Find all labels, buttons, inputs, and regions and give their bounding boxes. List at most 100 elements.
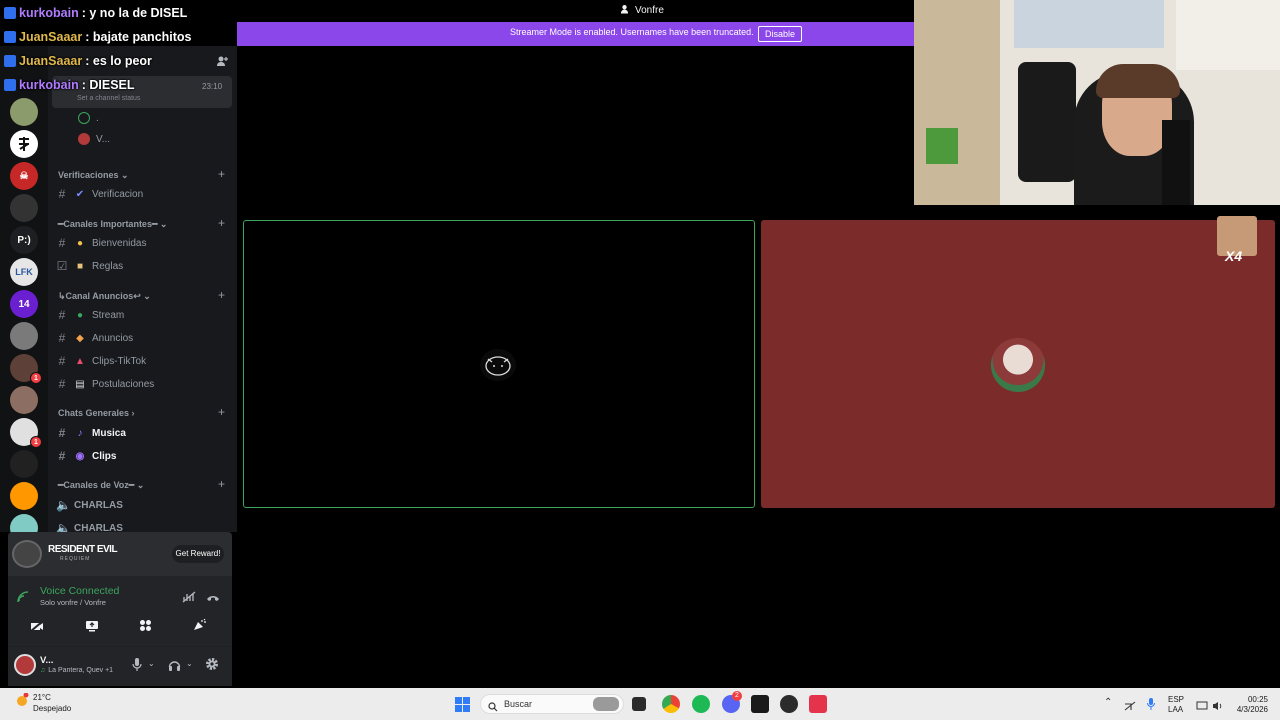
display-icon[interactable] <box>1196 698 1208 716</box>
chevron-up-icon[interactable]: ⌃ <box>1104 697 1112 708</box>
server-icon[interactable]: 14 <box>10 290 38 318</box>
channel-anuncios[interactable]: # ◆ Anuncios <box>56 331 133 345</box>
spotify-icon[interactable] <box>692 695 710 713</box>
channel-status-input[interactable]: Set a channel status <box>77 95 140 102</box>
server-icon[interactable] <box>10 322 38 350</box>
voice-location[interactable]: Solo vonfre / Vonfre <box>40 598 106 607</box>
category-voz[interactable]: ━Canales de Voz━ ⌄ <box>58 480 144 491</box>
clock-date[interactable]: 4/3/2026 <box>1230 705 1268 715</box>
get-reward-button[interactable]: Get Reward! <box>172 545 224 563</box>
chevron-down-icon[interactable]: ⌄ <box>186 659 193 668</box>
camera-off-icon[interactable] <box>30 619 44 637</box>
hash-icon: # <box>58 308 66 322</box>
video-tile-member[interactable]: X4 <box>761 216 1275 508</box>
channel-postulaciones[interactable]: # ▤ Postulaciones <box>56 377 155 391</box>
avatar <box>480 349 516 381</box>
hash-icon: # <box>58 377 66 391</box>
voice-channel-charlas[interactable]: 🔈 CHARLAS <box>56 498 123 512</box>
green-circle-icon: ● <box>76 309 84 321</box>
chat-badge-icon <box>4 79 16 91</box>
disable-streamer-mode-button[interactable]: Disable <box>758 26 802 42</box>
person-hair <box>1096 64 1180 98</box>
hash-icon: # <box>58 354 66 368</box>
server-icon[interactable]: 1 <box>10 354 42 384</box>
voice-member[interactable]: . <box>78 112 99 124</box>
noise-suppression-icon[interactable] <box>182 590 196 608</box>
video-tile-self[interactable] <box>243 220 755 508</box>
chat-message: JuanSaaar : es lo peor <box>4 54 152 68</box>
channel-verificacion[interactable]: # ✔ Verificacion <box>56 187 143 201</box>
language-top[interactable]: ESP <box>1168 695 1184 705</box>
voice-channel-charlas[interactable]: 🔈 CHARLAS <box>56 521 123 532</box>
speaker-icon: 🔈 <box>56 521 71 532</box>
promo-banner[interactable]: RESIDENT EVIL REQUIEM Get Reward! <box>8 532 232 576</box>
signal-icon[interactable] <box>16 590 30 609</box>
server-icon[interactable]: ☠ <box>10 162 38 190</box>
gear-icon[interactable] <box>205 657 219 676</box>
category-verificaciones[interactable]: Verificaciones ⌄ <box>58 170 129 181</box>
weather-temp[interactable]: 21°C <box>33 693 51 702</box>
language-bottom[interactable]: LAA <box>1168 705 1183 715</box>
server-icon[interactable]: 1 <box>10 418 42 448</box>
screen-share-icon[interactable] <box>85 619 99 637</box>
add-member-icon[interactable] <box>216 54 228 72</box>
avatar <box>991 338 1045 392</box>
discord-icon[interactable]: 2 <box>722 691 742 713</box>
server-icon[interactable] <box>10 130 38 158</box>
shelf-background <box>914 0 1000 205</box>
soundboard-icon[interactable] <box>192 618 206 637</box>
server-icon[interactable] <box>10 194 38 222</box>
chevron-down-icon[interactable]: ⌄ <box>148 659 155 668</box>
network-icon[interactable] <box>1124 698 1136 716</box>
category-importantes[interactable]: ━Canales Importantes━ ⌄ <box>58 219 167 230</box>
channel-bienvenidas[interactable]: # ● Bienvenidas <box>56 236 147 250</box>
voice-status[interactable]: Voice Connected <box>40 585 119 597</box>
weather-icon[interactable] <box>14 692 30 707</box>
channel-stream[interactable]: # ● Stream <box>56 308 125 322</box>
channel-clips[interactable]: # ◉ Clips <box>56 449 117 463</box>
clock-time[interactable]: 00:25 <box>1240 695 1268 705</box>
avatar <box>78 112 90 124</box>
activities-icon[interactable] <box>139 619 152 637</box>
voice-member[interactable]: V... <box>78 133 110 145</box>
channel-reglas[interactable]: ☑ ■ Reglas <box>56 259 124 273</box>
obs-icon[interactable] <box>780 695 798 713</box>
chrome-icon[interactable] <box>662 695 680 713</box>
channel-clips-tiktok[interactable]: # ▲ Clips-TikTok <box>56 354 146 368</box>
task-view-icon[interactable] <box>632 697 646 711</box>
server-icon[interactable]: LFK <box>10 258 38 286</box>
weather-desc[interactable]: Despejado <box>33 704 71 713</box>
windows-start-icon[interactable] <box>455 697 470 717</box>
speaker-icon[interactable] <box>1212 698 1224 716</box>
pin-icon: ▲ <box>75 355 85 367</box>
add-channel-icon[interactable]: + <box>218 216 225 230</box>
category-generales[interactable]: Chats Generales › <box>58 408 135 418</box>
channel-musica[interactable]: # ♪ Musica <box>56 426 126 440</box>
avatar[interactable] <box>14 654 36 676</box>
capcut-icon[interactable] <box>751 695 769 713</box>
webcam-feed <box>914 0 1280 205</box>
add-channel-icon[interactable]: + <box>218 477 225 491</box>
category-anuncios[interactable]: ↳Canal Anuncios↩ ⌄ <box>58 291 151 302</box>
tiktok-icon[interactable] <box>809 695 827 713</box>
user-activity[interactable]: ♫ La Pantera, Quev +1 <box>40 667 113 674</box>
chat-badge-icon <box>4 7 16 19</box>
hash-icon: # <box>58 449 66 463</box>
server-icon[interactable] <box>10 386 38 414</box>
disconnect-icon[interactable] <box>206 590 220 608</box>
user-icon <box>620 4 629 17</box>
headphones-icon[interactable] <box>168 658 181 676</box>
add-channel-icon[interactable]: + <box>218 167 225 181</box>
server-icon[interactable] <box>10 98 38 126</box>
search-highlight-image <box>593 697 619 711</box>
microphone-icon[interactable] <box>132 658 142 676</box>
server-icon[interactable] <box>10 482 38 510</box>
server-icon[interactable]: P:) <box>10 226 38 254</box>
username[interactable]: V... <box>40 655 53 666</box>
microphone-icon[interactable] <box>1147 697 1155 715</box>
taskbar-search[interactable]: Buscar <box>480 694 624 714</box>
add-channel-icon[interactable]: + <box>218 405 225 419</box>
server-icon[interactable] <box>10 450 38 478</box>
add-channel-icon[interactable]: + <box>218 288 225 302</box>
game-logo-icon <box>12 540 42 568</box>
